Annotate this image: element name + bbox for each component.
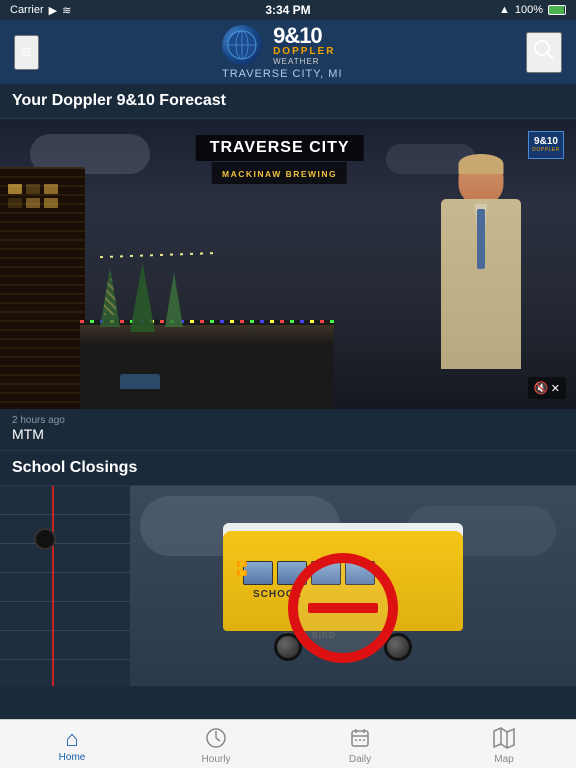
home-icon: ⌂	[65, 728, 78, 750]
status-right: ▲ 100%	[499, 4, 566, 16]
nav-location: TRAVERSE CITY, MI	[222, 68, 343, 80]
logo-doppler-text: DOPPLER	[273, 47, 335, 57]
logo-910-text: 9&10	[273, 25, 322, 47]
wifi-icon: ≋	[62, 4, 71, 17]
video-label: MTM	[12, 426, 564, 442]
carrier-label: Carrier	[10, 4, 44, 16]
tab-daily[interactable]: Daily	[288, 720, 432, 768]
video-overlay: TRAVERSE CITY MACKINAW BREWING	[196, 135, 364, 184]
status-time: 3:34 PM	[265, 3, 310, 17]
forecaster-area	[346, 119, 576, 409]
mute-x-icon: ✕	[551, 382, 560, 395]
school-closings-section: School Closings	[0, 451, 576, 686]
status-bar: Carrier ▶ ≋ 3:34 PM ▲ 100%	[0, 0, 576, 20]
school-closings-title: School Closings	[12, 459, 137, 476]
overlay-subtitle: MACKINAW BREWING	[222, 169, 337, 179]
school-closings-header: School Closings	[0, 451, 576, 486]
overlay-city: TRAVERSE CITY	[210, 139, 350, 157]
channel-doppler: DOPPLER	[532, 147, 559, 153]
logo-globe	[222, 25, 262, 65]
no-entry-sign	[288, 553, 398, 663]
chart-dot	[34, 528, 56, 550]
forecast-title: Your Doppler 9&10 Forecast	[12, 92, 226, 109]
bus-window	[243, 561, 273, 585]
signal-icon: ▶	[49, 4, 57, 17]
daily-icon	[349, 727, 371, 752]
city-scene	[0, 154, 334, 409]
tab-hourly[interactable]: Hourly	[144, 720, 288, 768]
map-icon	[493, 727, 515, 752]
chart-red-line	[52, 486, 54, 686]
logo-text: 9&10 DOPPLER WEATHER	[273, 25, 335, 66]
video-time: 2 hours ago	[12, 415, 564, 426]
tab-home[interactable]: ⌂ Home	[0, 720, 144, 768]
logo-weather-text: WEATHER	[273, 57, 319, 66]
tab-hourly-label: Hourly	[202, 754, 231, 765]
search-button[interactable]	[526, 32, 562, 73]
tab-daily-label: Daily	[349, 754, 371, 765]
menu-button[interactable]: ≡	[14, 35, 39, 70]
forecast-section-header: Your Doppler 9&10 Forecast	[0, 84, 576, 119]
mute-icon: 🔇	[534, 381, 549, 395]
school-bus: SCHOOL BLUE BIRD	[213, 511, 473, 661]
school-bus-area: SCHOOL BLUE BIRD	[110, 486, 576, 686]
school-closings-content: SCHOOL BLUE BIRD	[0, 486, 576, 686]
channel-badge: 9&10 DOPPLER	[528, 131, 564, 159]
main-content: Your Doppler 9&10 Forecast	[0, 84, 576, 719]
tab-home-label: Home	[59, 752, 86, 763]
mute-button[interactable]: 🔇 ✕	[528, 377, 566, 399]
tab-bar: ⌂ Home Hourly Daily	[0, 719, 576, 768]
nav-bar: ≡ 9&10 DOPPLER WEATHER TRAVERSE CITY, MI	[0, 20, 576, 84]
bus-lights	[237, 561, 247, 576]
battery-icon	[548, 5, 566, 15]
video-meta: 2 hours ago MTM	[0, 409, 576, 451]
battery-label: 100%	[515, 4, 543, 16]
forecaster-figure	[406, 149, 556, 409]
tab-map[interactable]: Map	[432, 720, 576, 768]
channel-number: 9&10	[534, 137, 558, 147]
status-left: Carrier ▶ ≋	[10, 4, 71, 17]
hourly-icon	[205, 727, 227, 752]
tab-map-label: Map	[494, 754, 513, 765]
bus-light-1	[237, 561, 247, 567]
nav-logo: 9&10 DOPPLER WEATHER TRAVERSE CITY, MI	[39, 24, 526, 80]
location-arrow-icon: ▲	[499, 4, 510, 16]
logo-image: 9&10 DOPPLER WEATHER	[222, 24, 342, 66]
bus-light-2	[237, 570, 247, 576]
video-player[interactable]: TRAVERSE CITY MACKINAW BREWING 9&10 DOPP…	[0, 119, 576, 409]
